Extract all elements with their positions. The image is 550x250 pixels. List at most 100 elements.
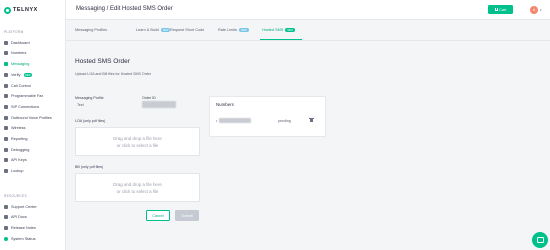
sidebar-item-call-control[interactable]: Call Control xyxy=(3,82,63,90)
sidebar-item-label: Wireless xyxy=(11,126,26,130)
cart-button[interactable]: Cart xyxy=(488,5,513,14)
tab-request-short-code[interactable]: Request Short Code xyxy=(170,28,204,32)
top-bar: Messaging / Edit Hosted SMS Order Cart A… xyxy=(66,0,550,20)
cancel-button[interactable]: Cancel xyxy=(146,210,170,221)
fax-icon xyxy=(4,94,8,98)
messaging-tabs: Messaging Profiles Learn & Build NEW Requ… xyxy=(66,21,550,41)
tab-label: Request Short Code xyxy=(170,28,205,32)
new-badge: NEW xyxy=(23,73,33,77)
chat-widget-button[interactable] xyxy=(532,232,548,248)
key-icon xyxy=(4,158,8,162)
phone-number-redacted xyxy=(219,118,252,123)
tab-label: Learn & Build xyxy=(136,28,159,32)
dropzone-text: Drag and drop a file here xyxy=(113,181,162,187)
platform-section-title: PLATFORM xyxy=(4,30,24,34)
sidebar-item-label: Verify xyxy=(11,73,21,77)
wifi-icon xyxy=(4,126,8,130)
order-id-value-redacted xyxy=(142,101,176,108)
sidebar-item-support-center[interactable]: Support Center xyxy=(3,203,63,211)
hash-icon xyxy=(4,51,8,55)
status-icon xyxy=(4,237,8,241)
chat-bubble-icon xyxy=(536,237,544,243)
sidebar-item-programmable-fax[interactable]: Programmable Fax xyxy=(3,92,63,100)
sidebar-item-label: System Status xyxy=(11,237,36,241)
sidebar-item-label: Support Center xyxy=(11,205,37,209)
telnyx-logo-icon xyxy=(4,6,11,14)
bug-icon xyxy=(4,148,8,152)
chart-icon xyxy=(4,137,8,141)
number-status: pending xyxy=(278,118,291,123)
active-tab-indicator xyxy=(260,39,302,40)
form-title: Hosted SMS Order xyxy=(75,58,130,65)
sidebar-item-messaging[interactable]: Messaging xyxy=(3,60,63,68)
messaging-profile-label: Messaging Profile xyxy=(75,96,104,100)
numbers-card: Numbers • pending xyxy=(209,96,326,137)
sidebar-item-label: API Docs xyxy=(11,215,27,219)
form-subtitle: Upload LOA and Bill files for Hosted SMS… xyxy=(75,72,152,76)
sidebar-item-numbers[interactable]: Numbers xyxy=(3,49,63,57)
help-icon xyxy=(4,205,8,209)
sidebar-item-system-status[interactable]: System Status xyxy=(3,235,63,243)
sidebar-item-api-keys[interactable]: API Keys xyxy=(3,156,63,164)
sidebar-item-label: SIP Connections xyxy=(11,105,40,109)
page-title: Messaging / Edit Hosted SMS Order xyxy=(76,6,173,12)
outbound-icon xyxy=(4,116,8,120)
sidebar-item-verify[interactable]: Verify NEW xyxy=(3,71,63,79)
sidebar-item-label: Call Control xyxy=(11,84,31,88)
sidebar-item-wireless[interactable]: Wireless xyxy=(3,124,63,132)
sidebar-item-label: Numbers xyxy=(11,51,27,55)
chevron-down-icon[interactable]: ▾ xyxy=(540,8,542,12)
cart-label: Cart xyxy=(499,7,507,12)
sidebar-item-label: API Keys xyxy=(11,158,27,162)
new-badge: NEW xyxy=(239,28,249,32)
cart-icon xyxy=(494,8,498,11)
new-badge: NEW xyxy=(285,28,295,32)
sidebar-item-label: Outbound Voice Profiles xyxy=(11,116,52,120)
dropzone-text: Drag and drop a file here xyxy=(113,135,162,141)
sidebar-item-sip-connections[interactable]: SIP Connections xyxy=(3,103,63,111)
bill-dropzone[interactable]: Drag and drop a file here or click to se… xyxy=(75,173,200,202)
check-shield-icon xyxy=(4,73,8,77)
resources-section-title: RESOURCES xyxy=(4,194,27,198)
tab-messaging-profiles[interactable]: Messaging Profiles xyxy=(75,28,107,32)
notes-icon xyxy=(4,226,8,230)
avatar[interactable]: A xyxy=(530,6,538,14)
new-badge: NEW xyxy=(160,28,171,32)
sidebar-item-label: Debugging xyxy=(11,148,30,152)
tab-hosted-sms[interactable]: Hosted SMS NEW xyxy=(262,28,295,32)
submit-button[interactable]: Submit xyxy=(175,210,199,221)
sidebar-item-label: Reporting xyxy=(11,137,28,141)
tab-label: Hosted SMS xyxy=(262,28,284,32)
dropzone-subtext: or click to select a file xyxy=(116,142,159,148)
sidebar-item-release-notes[interactable]: Release Notes xyxy=(3,224,63,232)
sidebar-item-label: Messaging xyxy=(11,62,30,66)
tab-rate-limits[interactable]: Rate Limits NEW xyxy=(218,28,249,32)
order-id-label: Order ID xyxy=(142,96,156,100)
home-icon xyxy=(4,41,8,45)
trash-icon[interactable] xyxy=(309,117,314,123)
phone-icon xyxy=(4,84,8,88)
message-icon xyxy=(4,62,8,66)
loa-dropzone[interactable]: Drag and drop a file here or click to se… xyxy=(75,127,200,156)
sidebar-item-debugging[interactable]: Debugging xyxy=(3,146,63,154)
loa-label: LOA (only pdf files) xyxy=(75,119,106,123)
dropzone-subtext: or click to select a file xyxy=(116,188,159,194)
list-item: • pending xyxy=(216,117,320,124)
sidebar-item-label: Programmable Fax xyxy=(11,94,44,98)
logo-text: TELNYX xyxy=(13,7,38,13)
sidebar-item-label: Lookup xyxy=(11,169,24,173)
sidebar-item-reporting[interactable]: Reporting xyxy=(3,135,63,143)
sidebar-item-lookup[interactable]: Lookup xyxy=(3,167,63,175)
bill-label: Bill (only pdf files) xyxy=(75,165,104,169)
messaging-profile-value: Test xyxy=(77,103,84,107)
telnyx-logo[interactable]: TELNYX xyxy=(4,6,38,14)
tab-learn-build[interactable]: Learn & Build NEW xyxy=(136,28,171,32)
sidebar-item-api-docs[interactable]: API Docs xyxy=(3,213,63,221)
code-icon xyxy=(4,215,8,219)
sidebar-item-label: Dashboard xyxy=(11,41,30,45)
sidebar-item-label: Release Notes xyxy=(11,226,36,230)
numbers-title: Numbers xyxy=(216,102,234,107)
sidebar-item-outbound-voice-profiles[interactable]: Outbound Voice Profiles xyxy=(3,114,63,122)
sidebar-item-dashboard[interactable]: Dashboard xyxy=(3,39,63,47)
bullet-icon: • xyxy=(216,118,218,123)
